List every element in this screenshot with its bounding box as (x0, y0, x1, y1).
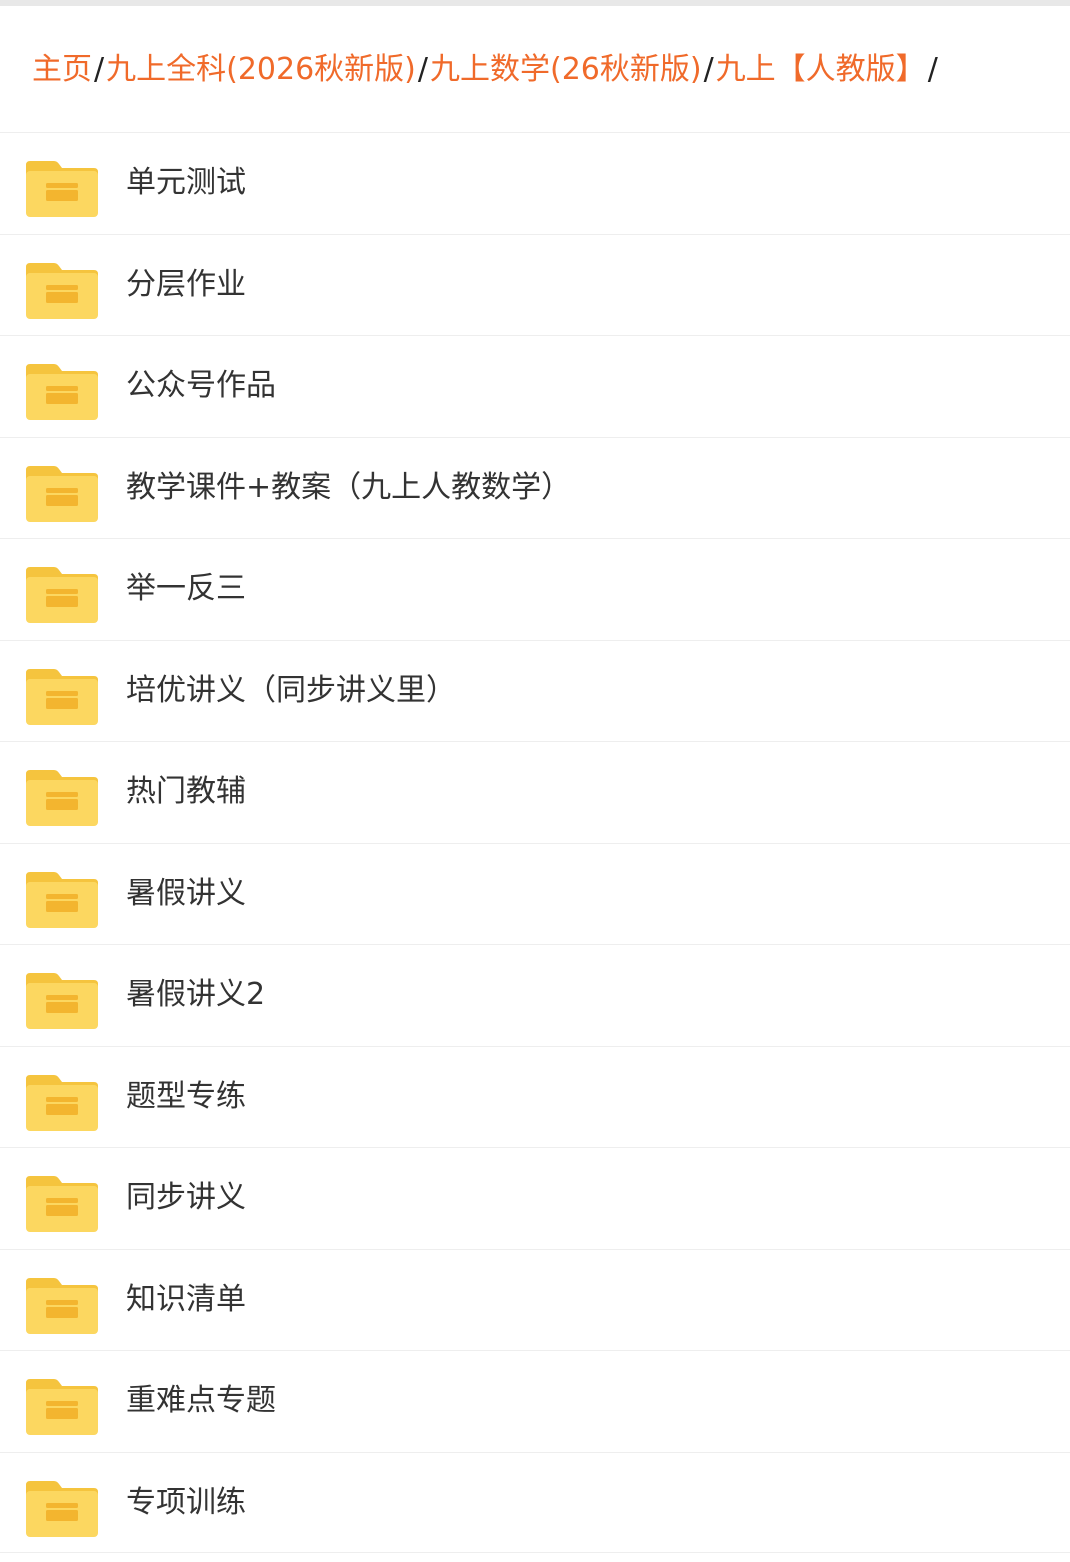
folder-icon (26, 973, 98, 1029)
folder-icon (26, 1277, 98, 1334)
folder-name: 暑假讲义2 (126, 977, 266, 1012)
folder-name: 专项训练 (126, 1484, 246, 1520)
folder-icon (26, 262, 98, 319)
folder-name: 公众号作品 (126, 368, 276, 403)
folder-name: 知识清单 (126, 1281, 246, 1317)
folder-row-10[interactable]: 题型专练 (0, 1045, 1070, 1148)
folder-icon (26, 161, 98, 217)
folder-row-13[interactable]: 重难点专题 (0, 1350, 1070, 1452)
folder-row-7[interactable]: 热门教辅 (0, 741, 1070, 843)
top-bar (0, 0, 1070, 6)
folder-icon (26, 770, 98, 826)
folder-icon (26, 1074, 98, 1131)
folder-name: 单元测试 (126, 165, 246, 200)
folder-icon (26, 1176, 98, 1232)
breadcrumb: 主页/九上全科(2026秋新版)/九上数学(26秋新版)/九上【人教版】/ (32, 44, 1052, 96)
folder-name: 同步讲义 (126, 1180, 246, 1215)
folder-icon (26, 1379, 98, 1435)
folder-row-1[interactable]: 单元测试 (0, 132, 1070, 234)
folder-row-12[interactable]: 知识清单 (0, 1248, 1070, 1351)
folder-name: 题型专练 (126, 1078, 246, 1114)
folder-icon (26, 668, 98, 725)
breadcrumb-separator: / (94, 52, 105, 87)
folder-row-9[interactable]: 暑假讲义2 (0, 944, 1070, 1046)
folder-row-5[interactable]: 举一反三 (0, 538, 1070, 640)
folder-row-3[interactable]: 公众号作品 (0, 335, 1070, 437)
folder-row-8[interactable]: 暑假讲义 (0, 842, 1070, 945)
breadcrumb-renjiao[interactable]: 九上【人教版】 (716, 52, 926, 87)
folder-name: 培优讲义（同步讲义里） (126, 672, 456, 708)
folder-name: 教学课件+教案（九上人教数学） (126, 469, 572, 505)
breadcrumb-separator: / (703, 52, 714, 87)
folder-list: 单元测试 分层作业 公众号作品 教学课件+教案（九上人教数学） 举一反三 培优讲… (0, 132, 1070, 1553)
breadcrumb-grade9-math[interactable]: 九上数学(26秋新版) (430, 52, 702, 87)
breadcrumb-home[interactable]: 主页 (32, 52, 92, 87)
folder-icon (26, 364, 98, 420)
folder-name: 分层作业 (126, 266, 246, 302)
folder-name: 举一反三 (126, 571, 246, 606)
folder-name: 暑假讲义 (126, 875, 246, 911)
folder-row-14[interactable]: 专项训练 (0, 1451, 1070, 1553)
folder-row-11[interactable]: 同步讲义 (0, 1147, 1070, 1249)
folder-icon (26, 567, 98, 623)
folder-icon (26, 871, 98, 928)
folder-icon (26, 465, 98, 522)
breadcrumb-grade9-all[interactable]: 九上全科(2026秋新版) (106, 52, 416, 87)
folder-name: 重难点专题 (126, 1383, 276, 1418)
breadcrumb-separator: / (927, 52, 938, 87)
breadcrumb-separator: / (417, 52, 428, 87)
folder-row-6[interactable]: 培优讲义（同步讲义里） (0, 639, 1070, 742)
folder-row-2[interactable]: 分层作业 (0, 233, 1070, 336)
folder-icon (26, 1480, 98, 1537)
folder-name: 热门教辅 (126, 774, 246, 809)
folder-row-4[interactable]: 教学课件+教案（九上人教数学） (0, 436, 1070, 539)
